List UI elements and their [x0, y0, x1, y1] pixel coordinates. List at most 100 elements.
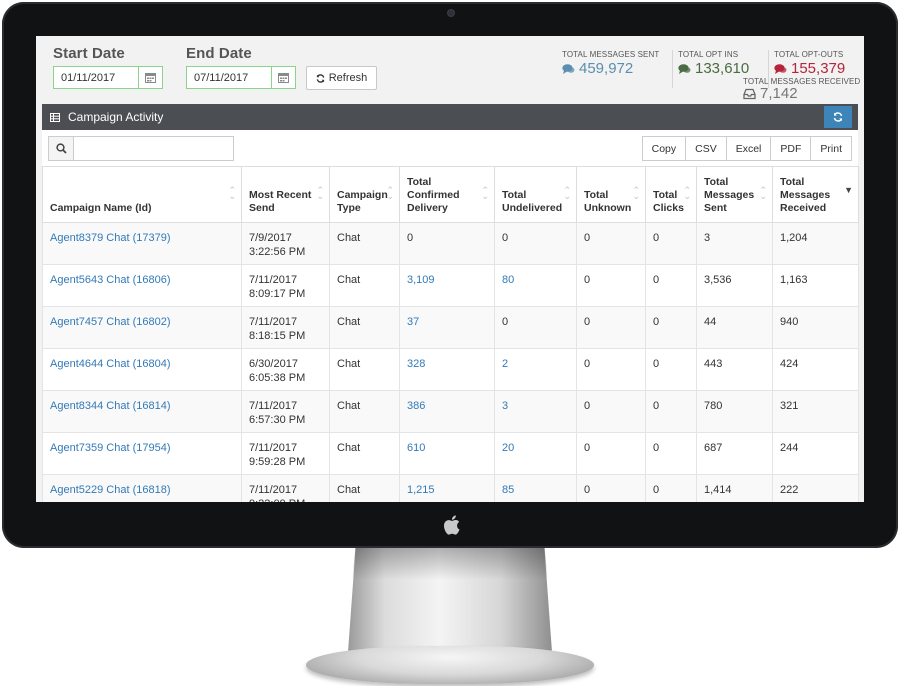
start-date-value[interactable]: 01/11/2017 [54, 72, 138, 84]
sort-icon[interactable]: ⌃ ⌄ [632, 186, 640, 201]
start-date-field[interactable]: 01/11/2017 [53, 66, 163, 89]
cell-value: 3,536 [704, 274, 732, 286]
stat-label: TOTAL OPT INS [678, 50, 739, 59]
cell-link[interactable]: Agent7457 Chat (16802) [50, 316, 170, 328]
cell-link[interactable]: 2 [502, 358, 508, 370]
column-header-label: Messages [780, 189, 831, 201]
campaign-name-cell[interactable]: Agent8379 Chat (17379) [42, 222, 242, 265]
campaign-name-cell[interactable]: Agent8344 Chat (16814) [42, 390, 242, 433]
col-campaign-name-header[interactable]: Campaign Name (Id) ⌃ ⌄ [42, 166, 242, 223]
column-header-label: Campaign Name (Id) [50, 202, 152, 214]
stat-value: 459,972 [562, 60, 659, 77]
col-total-clicks-header[interactable]: Total Clicks ⌃ ⌄ [645, 166, 697, 223]
sort-icon[interactable]: ⌃ ⌄ [228, 186, 236, 201]
sort-icon[interactable]: ⌃ ⌄ [386, 186, 394, 201]
cell-link[interactable]: Agent5229 Chat (16818) [50, 484, 170, 496]
column-header-label: Send [249, 202, 275, 214]
calendar-icon[interactable] [138, 67, 162, 88]
cell-link[interactable]: Agent8344 Chat (16814) [50, 400, 170, 412]
panel-refresh-button[interactable] [824, 106, 852, 128]
cell-link[interactable]: Agent5643 Chat (16806) [50, 274, 170, 286]
cell-link[interactable]: 610 [407, 442, 425, 454]
campaign-name-cell[interactable]: Agent5229 Chat (16818) [42, 474, 242, 502]
undelivered-cell[interactable]: 80 [494, 264, 577, 307]
excel-button[interactable]: Excel [725, 136, 772, 161]
col-total-undelivered-header[interactable]: Total Undelivered ⌃ ⌄ [494, 166, 577, 223]
export-buttons: Copy CSV Excel PDF Print [641, 136, 852, 161]
cell-value: 0 [653, 274, 660, 286]
send-time: 8:18:15 PM [249, 330, 306, 342]
col-total-messages-received-header[interactable]: Total Messages Received ▼ [772, 166, 859, 223]
undelivered-cell[interactable]: 85 [494, 474, 577, 502]
campaign-name-cell[interactable]: Agent5643 Chat (16806) [42, 264, 242, 307]
messages-received-cell: 940 [772, 306, 859, 349]
messages-sent-cell: 780 [696, 390, 773, 433]
cell-link[interactable]: 386 [407, 400, 425, 412]
confirmed-delivery-cell[interactable]: 610 [399, 432, 495, 475]
cell-link[interactable]: 3 [502, 400, 508, 412]
campaign-name-cell[interactable]: Agent4644 Chat (16804) [42, 348, 242, 391]
cell-link[interactable]: Agent7359 Chat (17954) [50, 442, 170, 454]
cell-value: 44 [704, 316, 717, 328]
cell-link[interactable]: 20 [502, 442, 514, 454]
copy-button[interactable]: Copy [641, 136, 687, 161]
campaign-name-cell[interactable]: Agent7457 Chat (16802) [42, 306, 242, 349]
cell-link[interactable]: 1,215 [407, 484, 435, 496]
search-button[interactable] [48, 136, 74, 161]
confirmed-delivery-cell[interactable]: 3,109 [399, 264, 495, 307]
cell-value: 0 [584, 232, 591, 244]
stat-value: 7,142 [743, 85, 860, 102]
sort-icon[interactable]: ⌃ ⌄ [683, 186, 691, 201]
calendar-icon[interactable] [271, 67, 295, 88]
undelivered-cell: 0 [494, 222, 577, 265]
cell-link[interactable]: 80 [502, 274, 514, 286]
print-button[interactable]: Print [810, 136, 852, 161]
messages-received-cell: 222 [772, 474, 859, 502]
sort-icon[interactable]: ⌃ ⌄ [563, 186, 571, 201]
refresh-button[interactable]: Refresh [306, 66, 377, 90]
confirmed-delivery-cell[interactable]: 1,215 [399, 474, 495, 502]
undelivered-cell[interactable]: 2 [494, 348, 577, 391]
cell-link[interactable]: Agent8379 Chat (17379) [50, 232, 170, 244]
sort-icon[interactable]: ⌃ ⌄ [759, 186, 767, 201]
undelivered-cell[interactable]: 3 [494, 390, 577, 433]
send-time: 8:09:17 PM [249, 288, 306, 300]
clicks-cell: 0 [645, 306, 697, 349]
col-total-confirmed-delivery-header[interactable]: Total Confirmed Delivery ⌃ ⌄ [399, 166, 495, 223]
col-total-messages-sent-header[interactable]: Total Messages Sent ⌃ ⌄ [696, 166, 773, 223]
col-campaign-type-header[interactable]: Campaign Type ⌃ ⌄ [329, 166, 400, 223]
cell-link[interactable]: 328 [407, 358, 425, 370]
confirmed-delivery-cell[interactable]: 386 [399, 390, 495, 433]
undelivered-cell[interactable]: 20 [494, 432, 577, 475]
table-header: Campaign Name (Id) ⌃ ⌄ Most Recent Send ⌃ ⌄ Cam… [42, 166, 859, 223]
most-recent-send-cell: 7/11/2017 9:59:28 PM [241, 432, 330, 475]
col-total-unknown-header[interactable]: Total Unknown ⌃ ⌄ [576, 166, 646, 223]
sort-icon[interactable]: ⌃ ⌄ [316, 186, 324, 201]
end-date-field[interactable]: 07/11/2017 [186, 66, 296, 89]
cell-link[interactable]: 37 [407, 316, 419, 328]
campaign-name-cell[interactable]: Agent7359 Chat (17954) [42, 432, 242, 475]
cell-link[interactable]: 3,109 [407, 274, 435, 286]
cell-link[interactable]: 85 [502, 484, 514, 496]
end-date-value[interactable]: 07/11/2017 [187, 72, 271, 84]
send-date: 7/11/2017 [249, 484, 298, 496]
opt-outs-value: 155,379 [791, 60, 846, 77]
refresh-icon [833, 112, 843, 122]
sort-icon[interactable]: ⌃ ⌄ [481, 186, 489, 201]
sort-desc-icon[interactable]: ▼ [844, 186, 853, 195]
pdf-button[interactable]: PDF [770, 136, 812, 161]
messages-sent-cell: 687 [696, 432, 773, 475]
confirmed-delivery-cell[interactable]: 37 [399, 306, 495, 349]
column-header-label: Total [407, 176, 432, 188]
confirmed-delivery-cell[interactable]: 328 [399, 348, 495, 391]
cell-link[interactable]: Agent4644 Chat (16804) [50, 358, 170, 370]
csv-button[interactable]: CSV [685, 136, 727, 161]
messages-sent-cell: 443 [696, 348, 773, 391]
cell-value: 0 [653, 232, 660, 244]
messages-received-cell: 1,204 [772, 222, 859, 265]
table-row: Agent8344 Chat (16814) 7/11/2017 6:57:30 P… [42, 390, 859, 433]
search-input[interactable] [74, 136, 234, 161]
cell-value: 0 [653, 484, 660, 496]
col-most-recent-send-header[interactable]: Most Recent Send ⌃ ⌄ [241, 166, 330, 223]
messages-received-cell: 424 [772, 348, 859, 391]
